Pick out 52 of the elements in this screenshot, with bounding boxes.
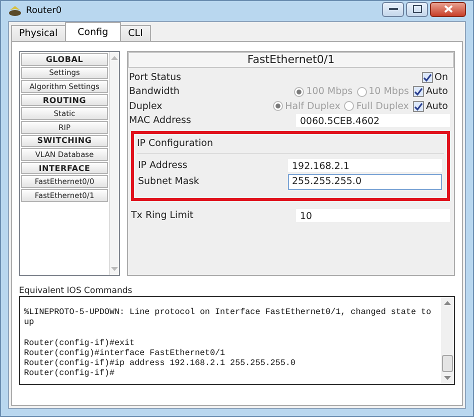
field-label: Port Status — [129, 72, 182, 83]
scroll-down-icon[interactable] — [444, 376, 451, 380]
field-label: IP Address — [138, 160, 188, 171]
console-line: %LINEPROTO-5-UPDOWN: Line protocol on Interface FastEthernet0/1, changed state to — [24, 307, 432, 318]
checkbox[interactable] — [422, 72, 432, 83]
field-label: Subnet Mask — [138, 176, 200, 188]
input-field[interactable]: 192.168.2.1 — [288, 158, 442, 172]
console-line: Router(config)#interface FastEthernet0/1 — [24, 348, 226, 358]
panel-title: FastEthernet0/1 — [128, 52, 454, 68]
input-field[interactable]: 255.255.255.0 — [288, 174, 442, 190]
input-field[interactable]: 10 — [296, 208, 450, 222]
console-line: Router(config-if)#ip address 192.168.2.1 255.255.255.0 — [24, 358, 296, 368]
checkbox-label: On — [434, 72, 448, 83]
console-line: Router(config-if)# — [24, 368, 116, 379]
tab[interactable]: Config — [64, 22, 122, 41]
sidebar-item[interactable]: INTERFACE — [21, 162, 108, 174]
router-icon — [8, 5, 22, 17]
scroll-thumb[interactable] — [442, 355, 453, 372]
section-label: Equivalent IOS Commands — [19, 286, 134, 296]
radio-label: 100 Mbps — [306, 86, 353, 98]
field-label: Tx Ring Limit — [131, 210, 194, 221]
field-label: Bandwidth — [129, 86, 180, 98]
field-label: Duplex — [129, 100, 162, 112]
checkbox[interactable] — [412, 86, 424, 98]
window-title: Router0 — [26, 6, 62, 16]
mac-address-field[interactable]: 0060.5CEB.4602 — [296, 114, 450, 128]
scrollbar[interactable] — [110, 52, 119, 275]
section-title: IP Configuration — [137, 137, 444, 154]
close-button[interactable] — [430, 2, 466, 16]
console-line: up — [24, 317, 36, 328]
close-icon — [444, 5, 452, 13]
radio-label: Half Duplex — [285, 100, 340, 112]
checkbox-label: Auto — [426, 100, 448, 112]
field-label: MAC Address — [129, 115, 192, 126]
sidebar-item[interactable]: GLOBAL — [21, 53, 108, 66]
checkbox-label: Auto — [426, 86, 448, 98]
tab[interactable]: CLI — [120, 25, 151, 41]
sidebar-item[interactable]: SWITCHING — [21, 134, 108, 148]
radio-label: Full Duplex — [356, 100, 409, 112]
sidebar-item[interactable]: ROUTING — [21, 94, 108, 106]
maximize-button[interactable] — [406, 2, 428, 16]
minimize-icon — [388, 7, 398, 11]
maximize-icon — [412, 5, 422, 13]
scroll-up-icon[interactable] — [444, 301, 451, 305]
tab[interactable]: Physical — [11, 25, 66, 41]
console-line: Router(config-if)#exit — [24, 338, 136, 348]
checkbox[interactable] — [412, 100, 424, 112]
scroll-down-icon[interactable] — [111, 267, 118, 271]
radio-label: 10 Mbps — [368, 86, 409, 98]
minimize-button[interactable] — [382, 2, 404, 16]
scroll-up-icon[interactable] — [111, 56, 118, 60]
scrollbar[interactable] — [441, 297, 454, 384]
